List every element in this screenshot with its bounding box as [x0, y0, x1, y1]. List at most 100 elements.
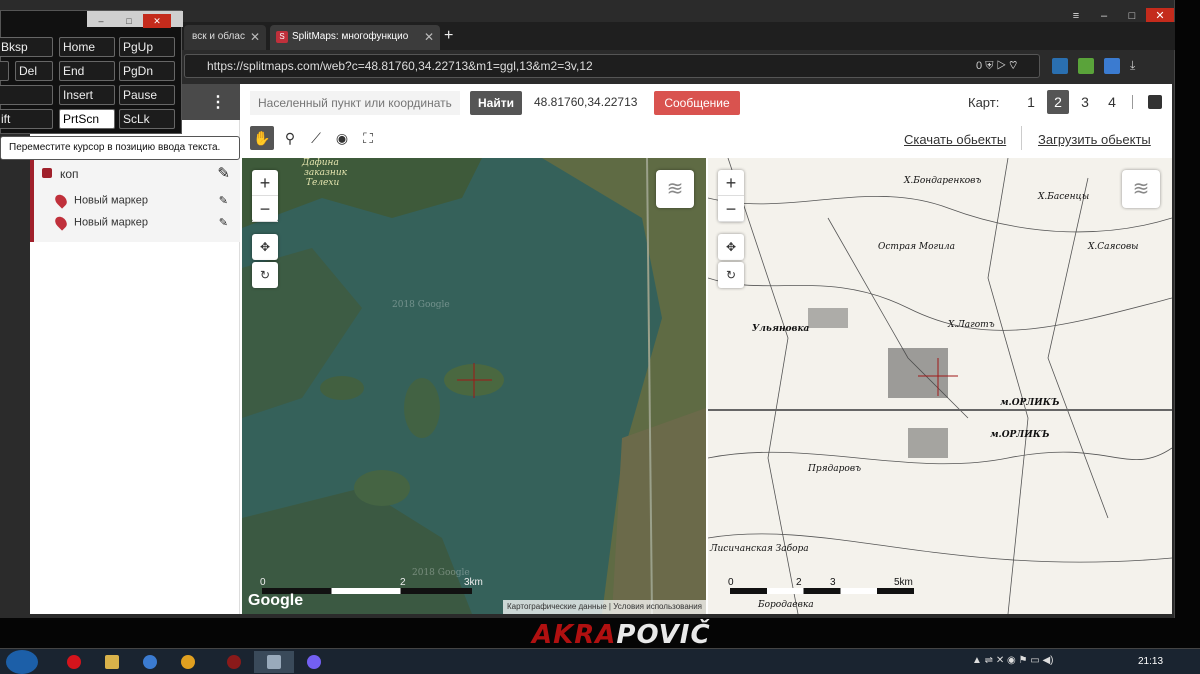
zoom-out-button[interactable]: −	[718, 196, 744, 222]
upload-objects-link[interactable]: Загрузить обьекты	[1038, 132, 1151, 147]
viber-taskbar-icon[interactable]	[294, 651, 334, 673]
address-bar-icons: 0 ⛨ ▷ ♡	[976, 60, 1018, 72]
scale-label: 2	[796, 577, 802, 588]
map-place-label: м.ОРЛИКЪ	[990, 430, 1050, 440]
sidebar: ⋮ коп ✎ Новый маркер ✎ Новый маркер ✎	[30, 84, 240, 614]
map-count-2[interactable]: 2	[1047, 90, 1069, 114]
taskbar: ▲ ⇌ ✕ ◉ ⚑ ▭ ◀) 21:13	[0, 648, 1200, 674]
layers-icon[interactable]: ≋	[1122, 170, 1160, 208]
user-icon[interactable]	[1148, 95, 1162, 109]
map-count-label: Карт:	[968, 95, 1000, 110]
start-button[interactable]	[6, 650, 38, 674]
map-attribution[interactable]: Картографические данные | Условия исполь…	[502, 600, 706, 614]
find-button[interactable]: Найти	[470, 91, 522, 115]
download-extension-icon[interactable]	[1078, 58, 1094, 74]
new-tab-icon[interactable]: +	[444, 27, 453, 45]
extension-icons: ⤓	[1052, 58, 1146, 74]
close-tab-icon[interactable]: ✕	[250, 30, 260, 44]
reset-rotation-icon[interactable]: ↻	[252, 262, 278, 288]
tab-inactive[interactable]: вск и облас ✕	[184, 25, 266, 50]
translate-extension-icon[interactable]	[1104, 58, 1120, 74]
google-logo: Google	[248, 592, 304, 609]
key-bksp[interactable]: Bksp	[0, 37, 53, 57]
marker-tool-icon[interactable]: ⚲	[278, 126, 302, 150]
move-icon[interactable]: ✥	[718, 234, 744, 260]
zoom-control: + −	[252, 170, 278, 222]
map-toolbar: ✋ ⚲ ⟋ ◉ ⛶ Скачать обьекты Загрузить обье…	[240, 122, 1172, 158]
chrome-taskbar-icon[interactable]	[168, 651, 208, 673]
map-count-4[interactable]: 4	[1101, 90, 1123, 114]
key-home[interactable]: Home	[59, 37, 115, 57]
satellite-map[interactable]: Дафина заказник Телехи 2018 Google 2018 …	[242, 158, 706, 614]
key-blank[interactable]	[0, 85, 53, 105]
send-icon: ▷	[996, 60, 1007, 72]
list-item-marker[interactable]: Новый маркер	[52, 214, 148, 231]
map-place-label: Прядаровъ	[808, 464, 862, 474]
edit-marker-icon[interactable]: ✎	[219, 194, 228, 207]
scale-label: 2	[400, 577, 406, 588]
brand-logo: AKRAPOVIČ	[532, 620, 711, 650]
shield-icon: ⛨	[985, 60, 994, 72]
locate-tool-icon[interactable]: ◉	[330, 126, 354, 150]
divider	[1132, 95, 1133, 109]
zoom-in-button[interactable]: +	[252, 170, 278, 196]
hand-tool-icon[interactable]: ✋	[250, 126, 274, 150]
key-fragment[interactable]	[0, 61, 9, 81]
minimize-button[interactable]: –	[87, 14, 115, 28]
downloads-icon[interactable]: ⤓	[1130, 58, 1146, 74]
extension-icon[interactable]	[1052, 58, 1068, 74]
list-item-marker[interactable]: Новый маркер	[52, 192, 148, 209]
map-place-label: Острая Могила	[878, 242, 955, 252]
scale-label: 3	[830, 577, 836, 588]
map-place-label: Х.Саясовы	[1088, 242, 1139, 252]
layers-icon[interactable]: ≋	[656, 170, 694, 208]
more-menu-icon[interactable]: ⋮	[210, 92, 226, 112]
edit-marker-icon[interactable]: ✎	[219, 216, 228, 229]
key-end[interactable]: End	[59, 61, 115, 81]
key-pgup[interactable]: PgUp	[119, 37, 175, 57]
key-insert[interactable]: Insert	[59, 85, 115, 105]
map-place-label: Ульяновка	[752, 324, 810, 334]
edit-group-icon[interactable]: ✎	[217, 164, 230, 182]
browser-taskbar-icon[interactable]	[130, 651, 170, 673]
watermark: 2018 Google	[392, 300, 450, 310]
coordinates-readout: 48.81760,34.22713	[534, 95, 638, 109]
polyline-tool-icon[interactable]: ⟋	[304, 126, 328, 150]
map-pin-icon	[52, 192, 70, 209]
top-bar: Найти 48.81760,34.22713 Сообщение Карт: …	[240, 84, 1172, 122]
splitmaps-favicon-icon: S	[276, 31, 288, 43]
historic-map[interactable]: Х.Бондаренковъ Х.Басенцы Ульяновка Остра…	[708, 158, 1172, 614]
close-tab-icon[interactable]: ✕	[424, 30, 434, 44]
app-taskbar-icon[interactable]	[214, 651, 254, 673]
move-icon[interactable]: ✥	[252, 234, 278, 260]
fullscreen-icon[interactable]: ⛶	[356, 126, 380, 150]
close-button[interactable]: ✕	[143, 14, 171, 28]
key-prtscn[interactable]: PrtScn	[59, 109, 115, 129]
search-input[interactable]	[250, 91, 460, 115]
system-tray-icons[interactable]: ▲ ⇌ ✕ ◉ ⚑ ▭ ◀)	[972, 655, 1053, 666]
key-del[interactable]: Del	[15, 61, 53, 81]
zoom-out-button[interactable]: −	[252, 196, 278, 222]
download-objects-link[interactable]: Скачать обьекты	[904, 132, 1006, 147]
keyboard-taskbar-icon[interactable]	[254, 651, 294, 673]
on-screen-keyboard: – □ ✕ Bksp Home PgUp Del End PgDn Insert P…	[0, 10, 183, 134]
map-count-3[interactable]: 3	[1074, 90, 1096, 114]
zoom-in-button[interactable]: +	[718, 170, 744, 196]
key-sclk[interactable]: ScLk	[119, 109, 175, 129]
group-checkbox[interactable]	[42, 168, 52, 178]
tab-splitmaps[interactable]: S SplitMaps: многофункцио ✕	[270, 25, 440, 50]
reset-rotation-icon[interactable]: ↻	[718, 262, 744, 288]
address-bar[interactable]: https://splitmaps.com/web?c=48.81760,34.…	[184, 54, 1040, 78]
key-shift[interactable]: ift	[0, 109, 53, 129]
maximize-button[interactable]: □	[115, 14, 143, 28]
marker-group[interactable]: коп ✎ Новый маркер ✎ Новый маркер ✎	[30, 158, 240, 242]
opera-taskbar-icon[interactable]	[54, 651, 94, 673]
explorer-taskbar-icon[interactable]	[92, 651, 132, 673]
splitmaps-page: ⋮ коп ✎ Новый маркер ✎ Новый маркер ✎ На…	[30, 84, 1172, 614]
message-button[interactable]: Сообщение	[654, 91, 740, 115]
map-count-1[interactable]: 1	[1020, 90, 1042, 114]
key-pause[interactable]: Pause	[119, 85, 175, 105]
map-place-label: Х.Басенцы	[1038, 192, 1090, 202]
scale-label: 0	[728, 577, 734, 588]
key-pgdn[interactable]: PgDn	[119, 61, 175, 81]
